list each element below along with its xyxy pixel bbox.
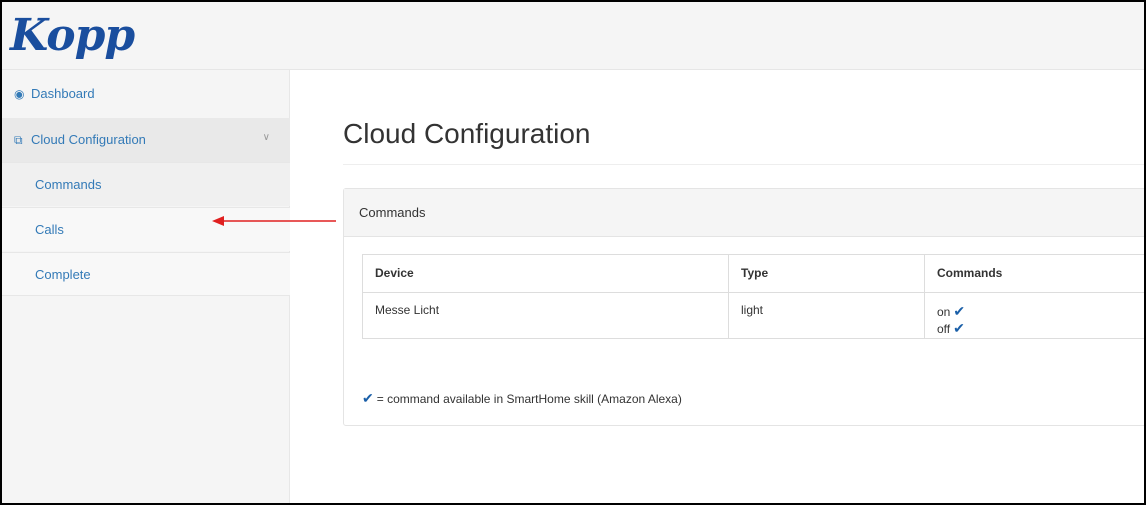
commands-cell: on ✔ off ✔ [924, 292, 1144, 339]
type-cell: light [728, 292, 925, 339]
main-content: Cloud Configuration Commands Device Type… [291, 70, 1144, 503]
annotation-arrow-icon [212, 216, 336, 226]
sidebar-subitem-label: Calls [35, 222, 64, 237]
sidebar-item-dashboard[interactable]: ◉ Dashboard [2, 70, 290, 118]
sidebar-subitem-commands[interactable]: Commands [2, 162, 290, 206]
column-header-commands: Commands [924, 254, 1144, 293]
command-label: on [937, 305, 951, 319]
copy-icon: ⧉ [14, 133, 23, 147]
table-row: Messe Licht light on ✔ off ✔ [362, 292, 1144, 339]
legend-note: ✔ = command available in SmartHome skill … [362, 390, 682, 407]
sidebar-item-label: Cloud Configuration [31, 132, 146, 147]
column-header-device: Device [362, 254, 729, 293]
page-title: Cloud Configuration [343, 118, 591, 149]
sidebar-subitem-label: Complete [35, 267, 91, 282]
checkmark-icon: ✔ [362, 390, 374, 406]
sidebar-item-cloud-configuration[interactable]: ⧉ Cloud Configuration ∨ [2, 118, 290, 162]
sidebar-subitem-calls[interactable]: Calls [2, 207, 290, 251]
tachometer-icon: ◉ [14, 87, 25, 101]
column-header-type: Type [728, 254, 925, 293]
commands-panel: Commands Device Type Commands Messe Lich… [343, 188, 1144, 426]
divider [343, 164, 1144, 165]
chevron-down-icon[interactable]: ∨ [263, 132, 270, 143]
app-window: Kopp ◉ Dashboard ⧉ Cloud Configuration ∨ C… [0, 0, 1146, 505]
sidebar: ◉ Dashboard ⧉ Cloud Configuration ∨ Comman… [2, 70, 290, 503]
sidebar-item-label: Dashboard [31, 86, 95, 101]
panel-heading: Commands [344, 189, 1144, 237]
command-label: off [937, 322, 951, 336]
checkmark-icon: ✔ [953, 320, 965, 336]
legend-text: = command available in SmartHome skill (… [376, 392, 682, 406]
sidebar-subitem-label: Commands [35, 177, 102, 192]
top-navbar: Kopp [2, 2, 1144, 70]
sidebar-subitem-complete[interactable]: Complete [2, 252, 290, 296]
kopp-logo[interactable]: Kopp [10, 14, 135, 58]
checkmark-icon: ✔ [953, 303, 966, 319]
command-off: off ✔ [937, 320, 1144, 337]
commands-table: Device Type Commands Messe Licht light o… [362, 254, 1144, 339]
table-header-row: Device Type Commands [362, 254, 1144, 293]
device-cell: Messe Licht [362, 292, 729, 339]
command-on: on ✔ [937, 303, 1144, 320]
